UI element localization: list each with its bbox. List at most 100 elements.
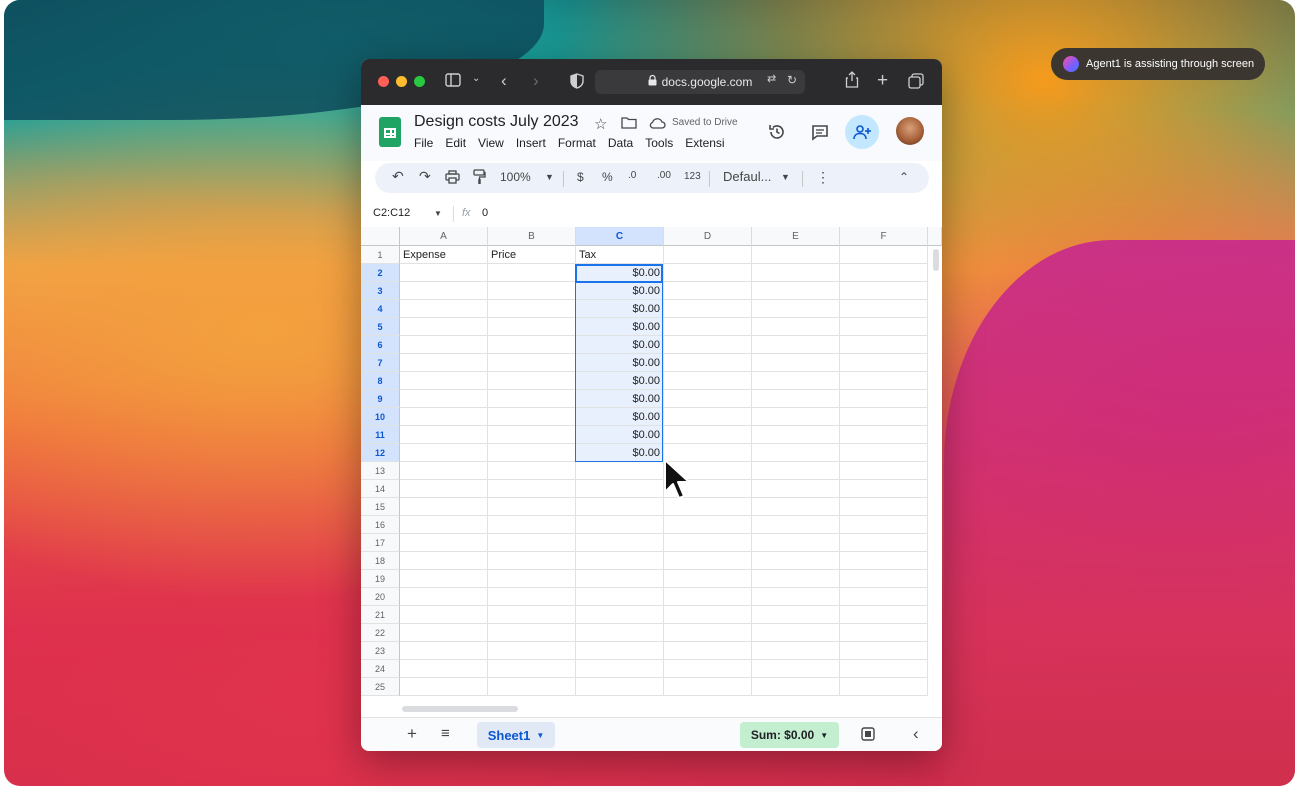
row-header-3[interactable]: 3 [361,282,400,300]
cell-c23[interactable] [576,642,664,660]
print-icon[interactable] [445,170,460,187]
cell-d10[interactable] [664,408,752,426]
all-sheets-menu-icon[interactable]: ≡ [441,725,450,742]
cell-a12[interactable] [400,444,488,462]
cell-b23[interactable] [488,642,576,660]
version-history-button[interactable] [760,115,794,149]
row-header-11[interactable]: 11 [361,426,400,444]
column-header-c[interactable]: C [576,227,664,246]
cell-c4[interactable]: $0.00 [576,300,664,318]
cell-e6[interactable] [752,336,840,354]
cell-b12[interactable] [488,444,576,462]
cell-c24[interactable] [576,660,664,678]
minimize-window-button[interactable] [396,76,407,87]
cell-b11[interactable] [488,426,576,444]
cell-a2[interactable] [400,264,488,282]
cell-d17[interactable] [664,534,752,552]
cell-c14[interactable] [576,480,664,498]
cell-c16[interactable] [576,516,664,534]
new-tab-icon[interactable]: + [877,71,888,90]
cell-f3[interactable] [840,282,928,300]
menu-view[interactable]: View [478,136,504,150]
cell-f9[interactable] [840,390,928,408]
sheet-tab[interactable]: Sheet1 ▼ [477,722,555,748]
vertical-scroll-thumb[interactable] [933,249,939,271]
cell-c10[interactable]: $0.00 [576,408,664,426]
cell-f1[interactable] [840,246,928,264]
cell-f19[interactable] [840,570,928,588]
format-currency-button[interactable]: $ [577,170,584,184]
sum-dropdown-icon[interactable]: ▼ [820,731,828,740]
row-header-17[interactable]: 17 [361,534,400,552]
cell-c3[interactable]: $0.00 [576,282,664,300]
cell-d4[interactable] [664,300,752,318]
cell-b25[interactable] [488,678,576,696]
cell-e24[interactable] [752,660,840,678]
cell-c25[interactable] [576,678,664,696]
cell-b2[interactable] [488,264,576,282]
cell-b3[interactable] [488,282,576,300]
star-icon[interactable]: ☆ [594,115,607,133]
paint-format-icon[interactable] [473,169,486,188]
row-header-25[interactable]: 25 [361,678,400,696]
row-header-4[interactable]: 4 [361,300,400,318]
cell-d2[interactable] [664,264,752,282]
cell-a14[interactable] [400,480,488,498]
cell-d3[interactable] [664,282,752,300]
more-options-icon[interactable]: ⋮ [816,169,830,186]
move-folder-icon[interactable] [621,116,637,132]
select-all-corner[interactable] [361,227,400,246]
undo-icon[interactable]: ↶ [392,168,404,185]
cell-b5[interactable] [488,318,576,336]
cell-d7[interactable] [664,354,752,372]
cell-b9[interactable] [488,390,576,408]
cell-b6[interactable] [488,336,576,354]
cell-f2[interactable] [840,264,928,282]
cell-c19[interactable] [576,570,664,588]
cell-e13[interactable] [752,462,840,480]
cell-e21[interactable] [752,606,840,624]
cell-e23[interactable] [752,642,840,660]
cell-a17[interactable] [400,534,488,552]
cell-a10[interactable] [400,408,488,426]
cell-b22[interactable] [488,624,576,642]
cell-b8[interactable] [488,372,576,390]
row-header-8[interactable]: 8 [361,372,400,390]
cell-e4[interactable] [752,300,840,318]
maximize-window-button[interactable] [414,76,425,87]
row-header-22[interactable]: 22 [361,624,400,642]
font-select[interactable]: Defaul... [723,169,771,184]
translate-icon[interactable]: ⇄ [767,74,776,85]
avatar[interactable] [896,117,924,145]
menu-data[interactable]: Data [608,136,633,150]
cell-f12[interactable] [840,444,928,462]
cell-b17[interactable] [488,534,576,552]
cell-a15[interactable] [400,498,488,516]
cell-d11[interactable] [664,426,752,444]
cell-f16[interactable] [840,516,928,534]
column-header-a[interactable]: A [400,227,488,246]
cell-d18[interactable] [664,552,752,570]
row-header-10[interactable]: 10 [361,408,400,426]
cell-a9[interactable] [400,390,488,408]
cell-e18[interactable] [752,552,840,570]
menu-insert[interactable]: Insert [516,136,546,150]
cell-d24[interactable] [664,660,752,678]
row-header-16[interactable]: 16 [361,516,400,534]
cell-f25[interactable] [840,678,928,696]
row-header-21[interactable]: 21 [361,606,400,624]
cell-e22[interactable] [752,624,840,642]
cell-b21[interactable] [488,606,576,624]
row-header-24[interactable]: 24 [361,660,400,678]
comments-button[interactable] [803,115,837,149]
row-header-5[interactable]: 5 [361,318,400,336]
cell-c20[interactable] [576,588,664,606]
cell-a19[interactable] [400,570,488,588]
cell-a22[interactable] [400,624,488,642]
cell-f22[interactable] [840,624,928,642]
row-header-20[interactable]: 20 [361,588,400,606]
share-icon[interactable] [845,71,859,91]
cell-e7[interactable] [752,354,840,372]
menu-edit[interactable]: Edit [445,136,466,150]
cell-d22[interactable] [664,624,752,642]
